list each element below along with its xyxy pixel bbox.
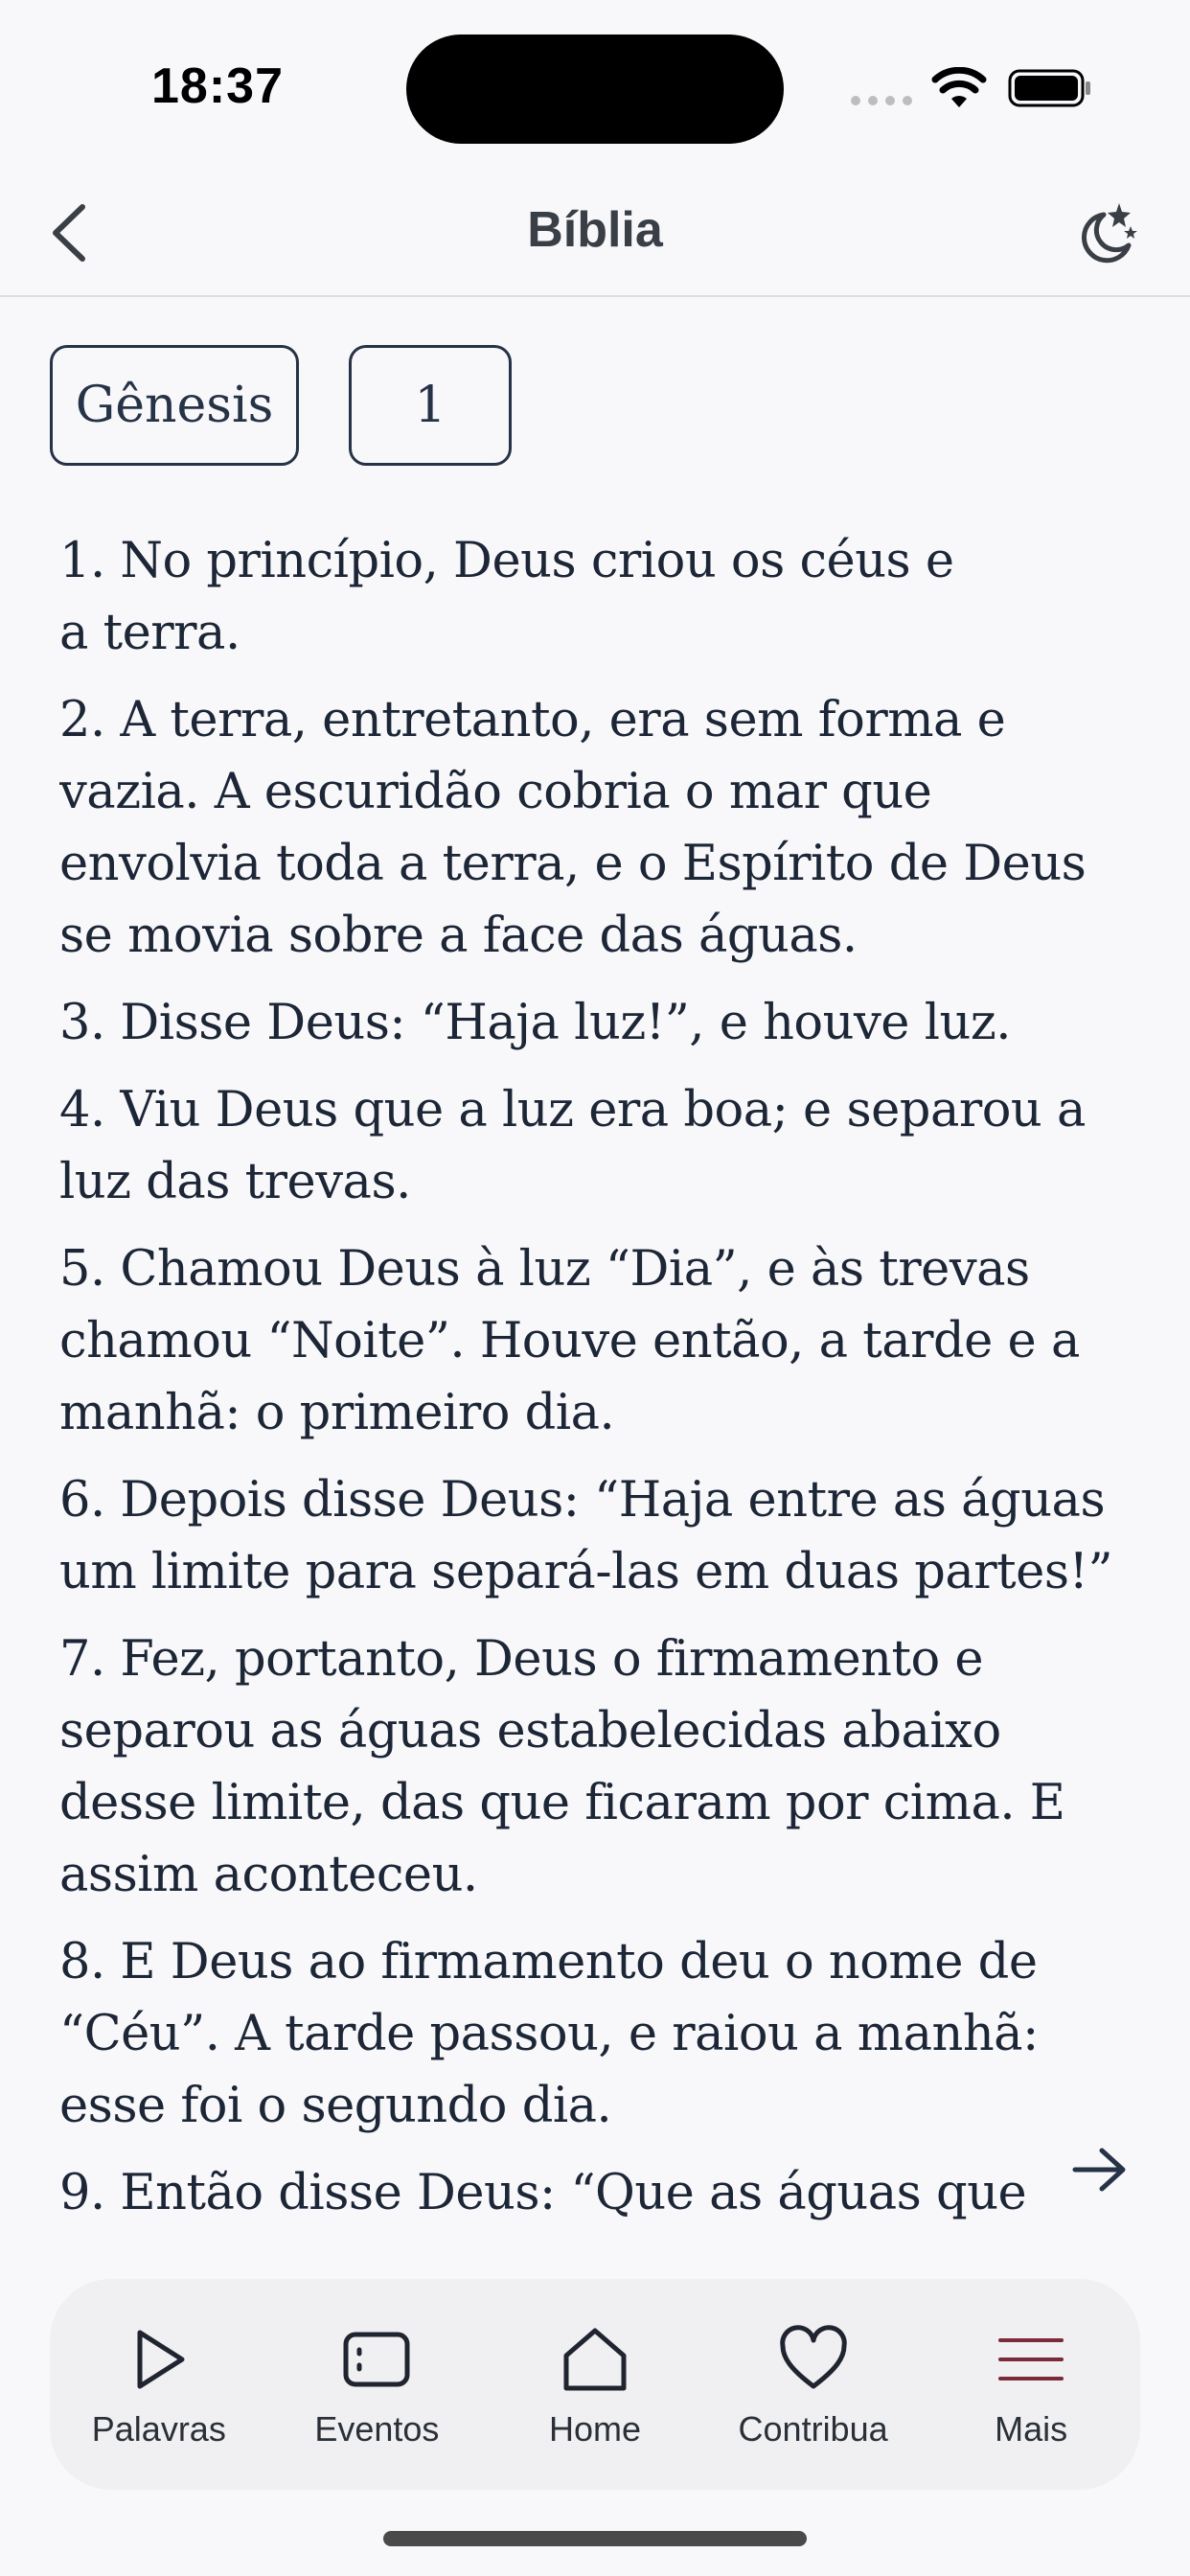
tab-home[interactable]: Home: [486, 2279, 704, 2490]
tab-label: Contribua: [738, 2409, 888, 2449]
battery-icon: [1008, 69, 1090, 107]
play-icon: [137, 2330, 185, 2389]
page-title: Bíblia: [527, 202, 663, 258]
tab-label: Home: [548, 2409, 641, 2449]
verse-8: 8. E Deus ao firmamento deu o nome de “C…: [59, 1934, 1039, 2134]
verse-3: 3. Disse Deus: “Haja luz!”, e houve luz.: [59, 995, 1011, 1051]
tab-label: Eventos: [314, 2409, 440, 2449]
status-bar: 18:37: [0, 0, 1190, 172]
wifi-icon: [931, 67, 987, 107]
verse-2: 2. A terra, entretanto, era sem forma e …: [59, 692, 1087, 964]
nav-header: Bíblia: [0, 172, 1190, 297]
status-time: 18:37: [151, 58, 284, 114]
tab-eventos[interactable]: Eventos: [268, 2279, 487, 2490]
cellular-signal-icon: [851, 96, 912, 105]
calendar-card-icon: [343, 2332, 410, 2387]
heart-icon: [779, 2325, 847, 2389]
verse-9: 9. Então disse Deus: “Que as águas que: [59, 2165, 1027, 2221]
verse-1: 1. No princípio, Deus criou os céus e a …: [59, 533, 954, 661]
verse-list: 1. No princípio, Deus criou os céus e a …: [59, 525, 1133, 2258]
verse-5: 5. Chamou Deus à luz “Dia”, e às trevas …: [59, 1241, 1080, 1441]
verse-4: 4. Viu Deus que a luz era boa; e separou…: [59, 1082, 1086, 1210]
tab-label: Palavras: [91, 2409, 226, 2449]
home-indicator[interactable]: [383, 2531, 807, 2546]
tab-label: Mais: [995, 2409, 1068, 2449]
moon-stars-icon[interactable]: [1069, 196, 1138, 272]
dynamic-island: [406, 34, 784, 144]
chapter-selector[interactable]: 1: [349, 345, 512, 466]
home-icon: [563, 2328, 627, 2391]
verse-6: 6. Depois disse Deus: “Haja entre as águ…: [59, 1472, 1113, 1600]
bottom-tab-bar: Palavras Eventos Home Contribua Mais: [50, 2279, 1140, 2490]
tab-palavras[interactable]: Palavras: [50, 2279, 268, 2490]
verse-7: 7. Fez, portanto, Deus o firmamento e se…: [59, 1631, 1065, 1903]
tab-mais[interactable]: Mais: [922, 2279, 1140, 2490]
book-selector[interactable]: Gênesis: [50, 345, 299, 466]
menu-lines-icon: [998, 2338, 1064, 2380]
tab-contribua[interactable]: Contribua: [704, 2279, 923, 2490]
arrow-right-icon[interactable]: [1069, 2143, 1131, 2196]
